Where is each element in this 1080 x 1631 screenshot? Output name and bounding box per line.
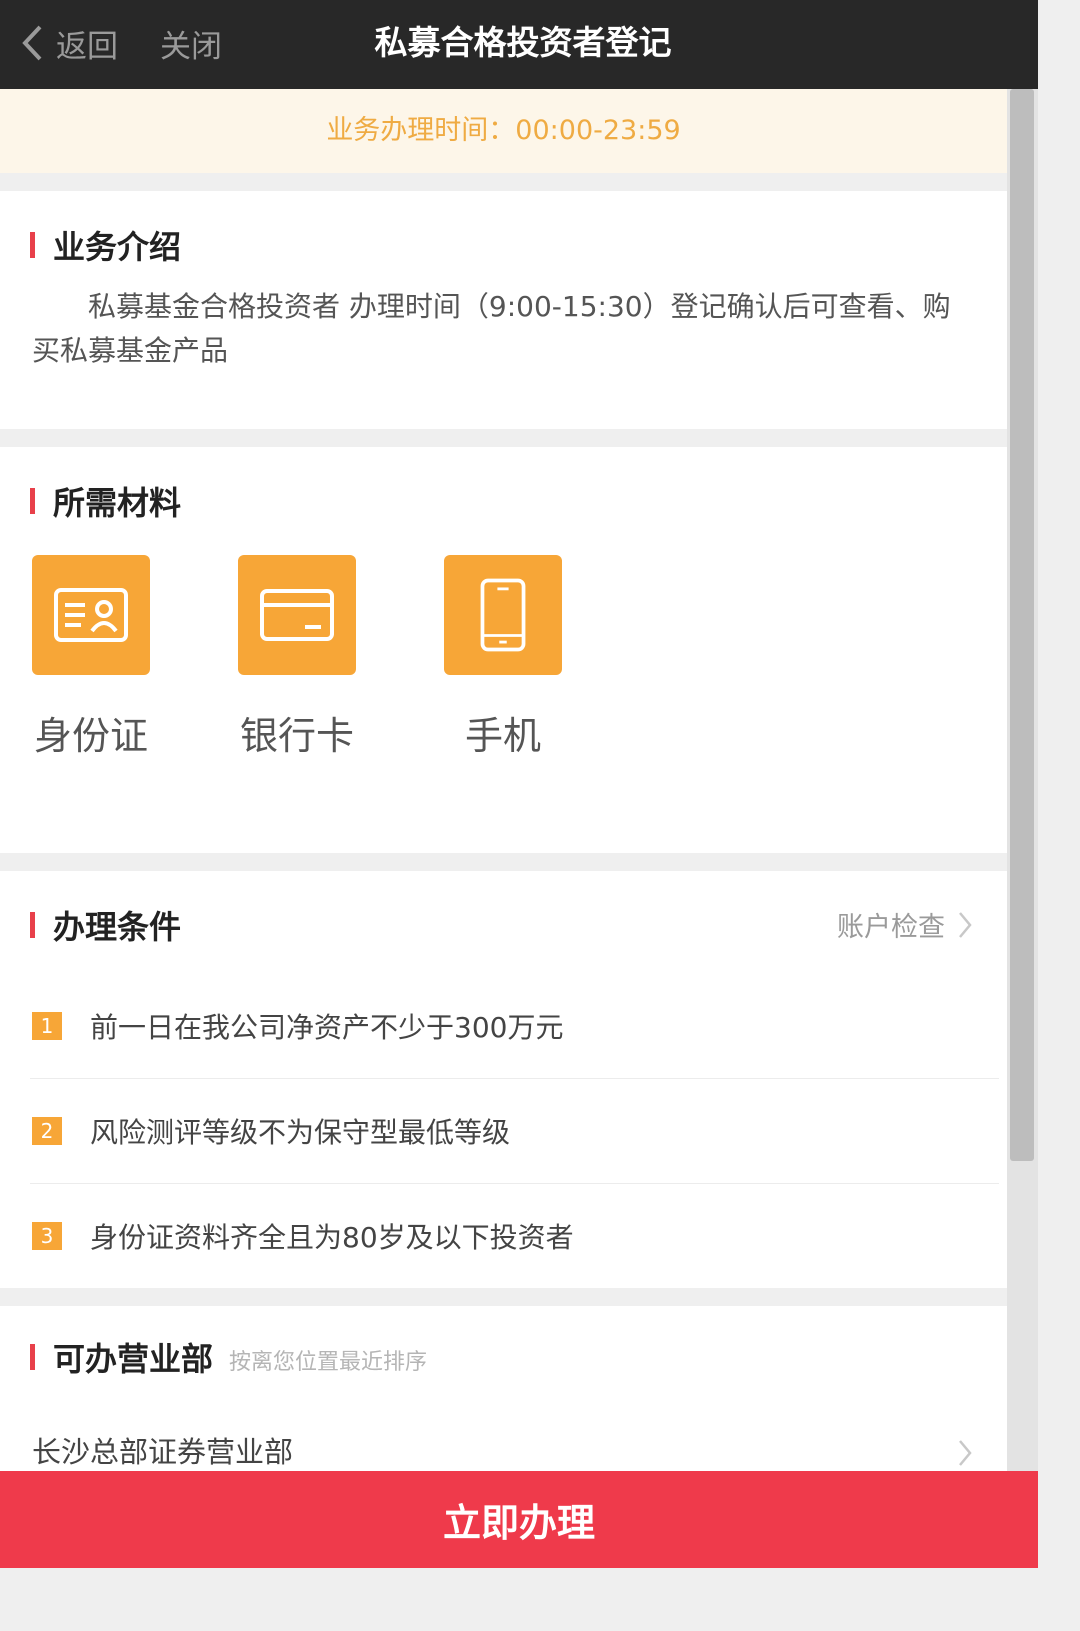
condition-text: 前一日在我公司净资产不少于300万元 (90, 1010, 564, 1044)
condition-item: 1 前一日在我公司净资产不少于300万元 (0, 973, 999, 1078)
scrollbar[interactable] (1007, 89, 1038, 1471)
page: 返回 关闭 私募合格投资者登记 业务办理时间：00:00-23:59 业务介绍 … (0, 0, 1038, 1568)
nav-header: 返回 关闭 私募合格投资者登记 (0, 0, 1038, 89)
account-check-label: 账户检查 (837, 912, 945, 943)
branch-name: 长沙总部证券营业部 (32, 1435, 294, 1469)
condition-text: 风险测评等级不为保守型最低等级 (90, 1116, 511, 1149)
material-label: 手机 (464, 714, 541, 758)
intro-section: 业务介绍 私募基金合格投资者 办理时间（9:00-15:30）登记确认后可查看、… (0, 191, 1007, 429)
section-title-conditions: 办理条件 (53, 908, 182, 946)
conditions-section: 办理条件 账户检查 1 前一日在我公司净资产不少于300万元 2 风险测评等级不… (0, 871, 1007, 1288)
condition-item: 3 身份证资料齐全且为80岁及以下投资者 (30, 1183, 999, 1288)
divider (0, 853, 1007, 871)
section-title-intro: 业务介绍 (53, 228, 182, 266)
page-title: 私募合格投资者登记 (374, 23, 672, 62)
section-header: 业务介绍 (0, 191, 1007, 299)
condition-number-badge: 1 (32, 1011, 62, 1040)
section-accent-bar (30, 1344, 35, 1370)
chevron-right-icon (959, 911, 972, 938)
intro-text: 私募基金合格投资者 办理时间（9:00-15:30）登记确认后可查看、购买私募基… (32, 290, 951, 367)
section-header: 所需材料 (0, 447, 1007, 555)
material-label: 银行卡 (239, 714, 354, 758)
branch-item[interactable]: 长沙总部证券营业部 (0, 1422, 1007, 1471)
materials-section: 所需材料 身份证 银行卡 手机 (0, 447, 1007, 853)
material-bank-card: 银行卡 (238, 555, 444, 855)
scroll-content[interactable]: 业务办理时间：00:00-23:59 业务介绍 私募基金合格投资者 办理时间（9… (0, 89, 1007, 1471)
section-title-branches: 可办营业部 (53, 1340, 214, 1378)
section-accent-bar (30, 912, 35, 938)
condition-number-badge: 3 (32, 1222, 62, 1250)
id-card-icon (32, 555, 150, 675)
submit-button[interactable]: 立即办理 (0, 1471, 1038, 1568)
divider (0, 429, 1007, 447)
material-label: 身份证 (33, 714, 148, 758)
mobile-phone-icon (444, 555, 562, 675)
material-id-card: 身份证 (32, 555, 238, 855)
condition-text: 身份证资料齐全且为80岁及以下投资者 (90, 1221, 574, 1254)
condition-item: 2 风险测评等级不为保守型最低等级 (30, 1078, 999, 1183)
section-subtitle-branches: 按离您位置最近排序 (229, 1350, 428, 1375)
divider (0, 1288, 1007, 1306)
branches-section: 可办营业部 按离您位置最近排序 长沙总部证券营业部 (0, 1306, 1007, 1471)
chevron-right-icon (959, 1440, 972, 1466)
section-title-materials: 所需材料 (53, 484, 182, 522)
business-hours-notice: 业务办理时间：00:00-23:59 (0, 89, 1007, 173)
condition-number-badge: 2 (32, 1117, 62, 1145)
material-mobile-phone: 手机 (444, 555, 650, 855)
account-check-link[interactable]: 账户检查 (837, 905, 973, 944)
divider (0, 173, 1007, 191)
section-accent-bar (30, 232, 35, 258)
section-header: 可办营业部 按离您位置最近排序 (0, 1306, 1007, 1408)
bank-card-icon (238, 555, 356, 675)
scrollbar-thumb[interactable] (1010, 89, 1034, 1161)
materials-list: 身份证 银行卡 手机 (0, 555, 1007, 855)
section-accent-bar (30, 488, 35, 514)
